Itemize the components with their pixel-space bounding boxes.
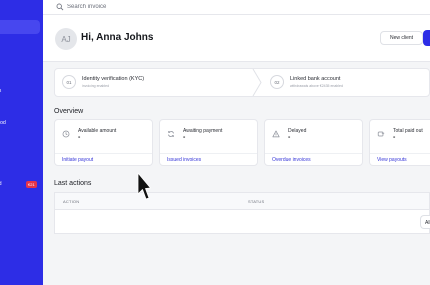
- primary-action-button[interactable]: [423, 30, 430, 46]
- last-actions-title: Last actions: [54, 180, 92, 187]
- view-payouts-link[interactable]: View payouts: [377, 157, 407, 163]
- card-footer: Issued invoices: [160, 153, 257, 166]
- step-title: Linked bank account: [290, 76, 341, 82]
- issued-invoices-link[interactable]: Issued invoices: [167, 157, 201, 163]
- step-number: 01: [62, 75, 76, 89]
- sidebar-badge: €21: [26, 181, 37, 188]
- card-label: Total paid out: [393, 128, 423, 134]
- card-label: Available amount: [78, 128, 117, 134]
- view-all-button[interactable]: All: [420, 215, 430, 229]
- initiate-payout-link[interactable]: Initiate payout: [62, 157, 93, 163]
- payout-icon: [377, 131, 385, 137]
- alert-icon: [272, 130, 280, 138]
- card-value: -: [78, 134, 81, 141]
- search-icon: [56, 3, 64, 11]
- top-bar: [43, 0, 430, 15]
- card-value: -: [183, 134, 186, 141]
- new-client-button[interactable]: New client: [380, 31, 423, 45]
- page-title: Hi, Anna Johns: [81, 32, 154, 43]
- sidebar-item-label[interactable]: ns: [0, 88, 1, 94]
- card-footer: Initiate payout: [55, 153, 152, 166]
- page-header: AJ Hi, Anna Johns New client: [43, 15, 430, 62]
- step-subtitle: withdrawals above €2435 enabled: [290, 84, 343, 88]
- refresh-icon: [168, 130, 174, 138]
- onboarding-steps: 01 Identity verification (KYC) invoicing…: [54, 68, 430, 97]
- table-header: ACTION STATUS: [55, 193, 429, 210]
- sidebar-item-label[interactable]: thod: [0, 120, 6, 126]
- card-footer: View payouts: [370, 153, 430, 166]
- step-subtitle: invoicing enabled: [82, 84, 110, 88]
- overview-card-awaiting: Awaiting payment - Issued invoices: [159, 119, 258, 166]
- card-value: -: [288, 134, 291, 141]
- overdue-invoices-link[interactable]: Overdue invoices: [272, 157, 311, 163]
- step-bank[interactable]: 02 Linked bank account withdrawals above…: [263, 69, 429, 96]
- card-label: Awaiting payment: [183, 128, 223, 134]
- overview-card-paid-out: Total paid out - View payouts: [369, 119, 430, 166]
- column-header-status: STATUS: [248, 199, 265, 204]
- card-footer: Overdue invoices: [265, 153, 362, 166]
- sidebar-active-item[interactable]: [0, 20, 40, 34]
- step-kyc[interactable]: 01 Identity verification (KYC) invoicing…: [55, 69, 251, 96]
- overview-card-delayed: Delayed - Overdue invoices: [264, 119, 363, 166]
- step-number: 02: [270, 75, 284, 89]
- avatar[interactable]: AJ: [55, 28, 77, 50]
- overview-card-available: Available amount - Initiate payout: [54, 119, 153, 166]
- card-value: -: [393, 134, 396, 141]
- search-input[interactable]: [67, 2, 267, 12]
- last-actions-table: ACTION STATUS All: [54, 192, 430, 234]
- step-title: Identity verification (KYC): [82, 76, 145, 82]
- sidebar-item-label[interactable]: nd: [0, 181, 2, 187]
- clock-icon: [62, 130, 70, 138]
- chevron-right-icon: [252, 69, 262, 96]
- column-header-action: ACTION: [63, 199, 80, 204]
- overview-title: Overview: [54, 108, 84, 115]
- sidebar: ns thod nd €21: [0, 0, 43, 285]
- mouse-cursor-icon: [137, 172, 151, 200]
- card-label: Delayed: [288, 128, 307, 134]
